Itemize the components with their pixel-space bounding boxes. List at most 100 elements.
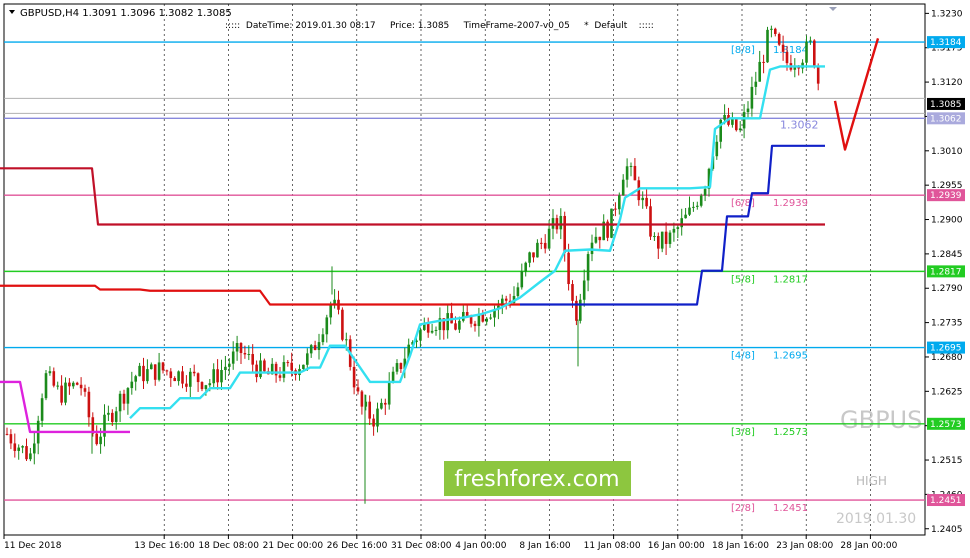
y-tick-label: 1.2790 — [931, 284, 963, 294]
x-tick-label: 21 Dec 00:00 — [263, 541, 324, 551]
candle-body — [633, 165, 637, 181]
candle-body — [395, 363, 399, 372]
x-tick-label: 11 Dec 2018 — [4, 541, 62, 551]
candle-body — [559, 215, 563, 230]
candle-body — [805, 41, 808, 63]
candle-body — [44, 373, 48, 399]
candle-body — [309, 345, 313, 354]
candle-body — [13, 443, 17, 451]
candle-body — [173, 378, 176, 382]
x-tick-label: 4 Jan 00:00 — [455, 541, 507, 551]
murrey-level-name: [2/8] — [731, 503, 755, 514]
candle-body — [56, 385, 59, 387]
candle-body — [454, 323, 457, 330]
candle-body — [777, 33, 781, 45]
candle-body — [208, 383, 212, 386]
candle-body — [645, 197, 648, 207]
candle-body — [750, 86, 754, 109]
candle-body — [153, 364, 157, 380]
candle-body — [5, 433, 9, 435]
candle-body — [146, 369, 149, 382]
price-tag-label: 1.2573 — [930, 420, 962, 430]
candle-body — [48, 371, 52, 374]
murrey-level-price: 1.2939 — [773, 198, 808, 209]
price-tag-label: 1.2817 — [930, 267, 962, 277]
candle-body — [360, 391, 364, 407]
candle-body — [189, 371, 192, 387]
candle-body — [563, 215, 566, 253]
candle-body — [306, 353, 309, 365]
candle-body — [813, 40, 816, 67]
x-tick-label: 18 Jan 16:00 — [712, 541, 769, 551]
candle-body — [586, 254, 590, 281]
murrey-level-name: [8/8] — [731, 45, 755, 56]
candle-body — [614, 208, 617, 210]
y-tick-label: 1.2625 — [931, 387, 963, 397]
candle-body — [17, 447, 20, 451]
candle-body — [579, 299, 582, 321]
candle-body — [430, 330, 434, 333]
candle-body — [368, 401, 371, 419]
candle-body — [243, 353, 247, 355]
candle-body — [551, 218, 555, 229]
candle-body — [216, 369, 219, 383]
price-chart[interactable]: GBPUS HIGH 2019.01.30 [8/8] 1.3184[6/8] 1.… — [0, 0, 970, 558]
candle-body — [235, 343, 239, 352]
candle-body — [247, 354, 251, 356]
candle-body — [68, 382, 71, 387]
brand-text[interactable]: freshforex.com — [454, 467, 619, 492]
candle-body — [126, 388, 130, 404]
candle-body — [317, 342, 321, 350]
candle-body — [29, 453, 32, 460]
candle-body — [774, 28, 777, 34]
symbol-header: GBPUSD,H4 1.3091 1.3096 1.3082 1.3085 — [20, 8, 232, 19]
candle-body — [516, 287, 520, 296]
candle-body — [302, 364, 305, 369]
candle-body — [165, 370, 169, 372]
candle-body — [40, 398, 44, 421]
murrey-level-name: [3/8] — [731, 427, 755, 438]
candle-body — [177, 371, 180, 382]
x-tick-label: 16 Jan 00:00 — [648, 541, 705, 551]
candle-body — [99, 436, 102, 445]
candle-body — [473, 323, 477, 327]
candle-body — [150, 364, 153, 370]
candle-body — [594, 236, 598, 243]
candle-body — [434, 329, 438, 331]
candle-body — [122, 393, 126, 404]
candle-body — [816, 66, 820, 84]
brand-badge[interactable]: freshforex.com — [444, 461, 631, 496]
candle-body — [688, 207, 691, 215]
candle-body — [742, 112, 746, 129]
candle-body — [228, 363, 231, 367]
candle-body — [446, 313, 449, 331]
candle-body — [60, 385, 63, 403]
murrey-level-price: 1.2573 — [773, 427, 808, 438]
candle-body — [169, 371, 173, 379]
candle-body — [668, 232, 672, 244]
y-tick-label: 1.2405 — [931, 525, 963, 535]
candle-body — [520, 271, 524, 288]
candle-body — [263, 360, 266, 372]
candle-body — [543, 242, 547, 249]
candle-body — [345, 339, 348, 341]
candle-body — [723, 115, 726, 120]
candle-body — [735, 118, 738, 131]
x-tick-label: 18 Dec 08:00 — [198, 541, 259, 551]
candle-body — [582, 280, 586, 300]
x-tick-label: 8 Jan 16:00 — [519, 541, 571, 551]
candle-body — [703, 188, 707, 196]
y-tick-label: 1.2900 — [931, 216, 963, 226]
candle-body — [9, 434, 13, 444]
candle-body — [664, 231, 668, 244]
watermark-high: HIGH — [856, 474, 887, 488]
candle-body — [204, 385, 208, 390]
candle-body — [680, 218, 683, 228]
candle-body — [372, 418, 375, 427]
candle-body — [239, 343, 243, 354]
candle-body — [629, 165, 633, 167]
candle-body — [138, 365, 141, 377]
candle-body — [504, 298, 508, 301]
candle-body — [809, 40, 812, 42]
candle-body — [134, 376, 137, 382]
